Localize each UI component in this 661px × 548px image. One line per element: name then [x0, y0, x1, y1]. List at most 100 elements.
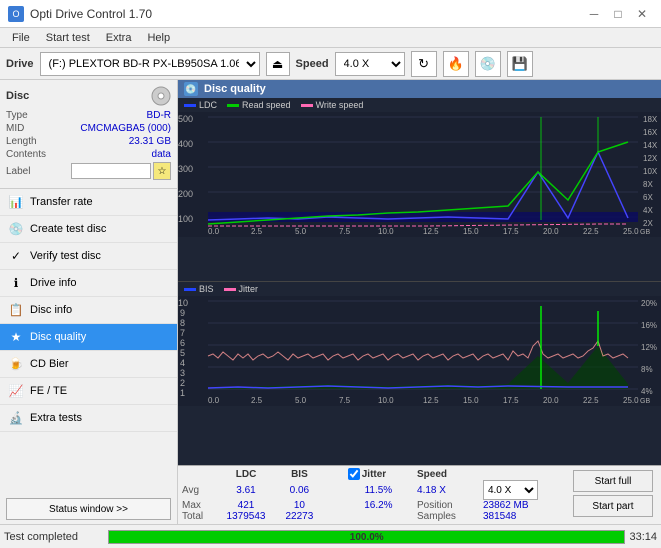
- legend-bis: BIS: [184, 284, 214, 294]
- refresh-button[interactable]: ↻: [411, 51, 437, 77]
- main-content: Disc Type BD-R MID CMCMAGBA5 (000) Lengt…: [0, 80, 661, 524]
- sidebar-item-label: CD Bier: [30, 358, 69, 370]
- max-jitter: 16.2%: [344, 500, 413, 511]
- sidebar-item-disc-info[interactable]: 📋 Disc info: [0, 297, 177, 324]
- svg-text:7.5: 7.5: [339, 396, 351, 405]
- svg-text:8%: 8%: [641, 365, 653, 374]
- legend-readspeed-label: Read speed: [242, 100, 291, 110]
- bis-header: BIS: [275, 468, 324, 480]
- start-full-button[interactable]: Start full: [573, 470, 653, 492]
- total-bis: 22273: [275, 511, 324, 522]
- maximize-button[interactable]: □: [607, 3, 629, 25]
- disc-label-button[interactable]: ☆: [153, 162, 171, 180]
- minimize-button[interactable]: ─: [583, 3, 605, 25]
- menu-extra[interactable]: Extra: [98, 30, 140, 46]
- start-part-button[interactable]: Start part: [573, 495, 653, 517]
- burn-button[interactable]: 🔥: [443, 51, 469, 77]
- disc-label-input[interactable]: [71, 163, 151, 179]
- sidebar-item-drive-info[interactable]: ℹ Drive info: [0, 270, 177, 297]
- fe-te-icon: 📈: [8, 383, 24, 399]
- drive-selector[interactable]: (F:) PLEXTOR BD-R PX-LB950SA 1.06: [40, 52, 260, 76]
- svg-text:GB: GB: [640, 229, 650, 236]
- status-window-button[interactable]: Status window >>: [6, 498, 171, 520]
- disc-button[interactable]: 💿: [475, 51, 501, 77]
- samples-label: Samples: [413, 511, 483, 522]
- svg-text:2.5: 2.5: [251, 396, 263, 405]
- svg-text:300: 300: [178, 164, 193, 174]
- speed-select[interactable]: 4.0 X: [483, 480, 538, 500]
- disc-info-icon: 📋: [8, 302, 24, 318]
- save-button[interactable]: 💾: [507, 51, 533, 77]
- svg-text:15.0: 15.0: [463, 227, 479, 236]
- position-value: 23862 MB: [483, 500, 565, 511]
- svg-text:4X: 4X: [643, 206, 653, 215]
- svg-text:20.0: 20.0: [543, 396, 559, 405]
- disc-mid-key: MID: [6, 123, 24, 134]
- chart1-svg: 500 400 300 200 100 0.0 2.5 5.0 7.5 10.0…: [178, 112, 661, 237]
- disc-length-value: 23.31 GB: [129, 136, 171, 147]
- sidebar-item-fe-te[interactable]: 📈 FE / TE: [0, 378, 177, 405]
- nav-items: 📊 Transfer rate 💿 Create test disc ✓ Ver…: [0, 189, 177, 432]
- svg-text:0.0: 0.0: [208, 227, 220, 236]
- titlebar: O Opti Drive Control 1.70 ─ □ ✕: [0, 0, 661, 28]
- svg-text:25.0: 25.0: [623, 396, 639, 405]
- sidebar-item-extra-tests[interactable]: 🔬 Extra tests: [0, 405, 177, 432]
- svg-text:3: 3: [180, 368, 185, 378]
- jitter-legend-color: [224, 288, 236, 291]
- legend-jitter: Jitter: [224, 284, 259, 294]
- svg-text:2: 2: [180, 378, 185, 388]
- svg-text:6: 6: [180, 338, 185, 348]
- titlebar-left: O Opti Drive Control 1.70: [8, 6, 152, 22]
- sidebar-item-label: Disc info: [30, 304, 72, 316]
- legend-jitter-label: Jitter: [239, 284, 259, 294]
- disc-mid-row: MID CMCMAGBA5 (000): [6, 123, 171, 134]
- drivebar: Drive (F:) PLEXTOR BD-R PX-LB950SA 1.06 …: [0, 48, 661, 80]
- menu-starttest[interactable]: Start test: [38, 30, 98, 46]
- svg-text:16X: 16X: [643, 128, 658, 137]
- sidebar-item-label: FE / TE: [30, 385, 67, 397]
- close-button[interactable]: ✕: [631, 3, 653, 25]
- legend-readspeed: Read speed: [227, 100, 291, 110]
- svg-text:18X: 18X: [643, 115, 658, 124]
- svg-text:10.0: 10.0: [378, 227, 394, 236]
- window-controls: ─ □ ✕: [583, 3, 653, 25]
- legend-ldc: LDC: [184, 100, 217, 110]
- disc-header: Disc: [6, 86, 171, 106]
- eject-button[interactable]: ⏏: [266, 52, 290, 76]
- max-row-label: Max: [182, 500, 217, 511]
- sidebar-item-create-test-disc[interactable]: 💿 Create test disc: [0, 216, 177, 243]
- jitter-checkbox[interactable]: [348, 468, 360, 480]
- speed-selector[interactable]: 4.0 X: [335, 52, 405, 76]
- sidebar-item-disc-quality[interactable]: ★ Disc quality: [0, 324, 177, 351]
- sidebar-item-transfer-rate[interactable]: 📊 Transfer rate: [0, 189, 177, 216]
- svg-text:20%: 20%: [641, 299, 657, 308]
- max-bis: 10: [275, 500, 324, 511]
- svg-text:12.5: 12.5: [423, 227, 439, 236]
- disc-quality-icon: ★: [8, 329, 24, 345]
- svg-text:10: 10: [178, 298, 188, 308]
- sidebar-item-verify-test-disc[interactable]: ✓ Verify test disc: [0, 243, 177, 270]
- chart2-container: BIS Jitter 10 9 8 7: [178, 282, 661, 465]
- svg-text:17.5: 17.5: [503, 396, 519, 405]
- avg-bis: 0.06: [275, 480, 324, 500]
- disc-contents-key: Contents: [6, 149, 46, 160]
- menu-file[interactable]: File: [4, 30, 38, 46]
- svg-text:12X: 12X: [643, 154, 658, 163]
- time-display: 33:14: [629, 531, 657, 543]
- avg-jitter: 11.5%: [344, 480, 413, 500]
- menu-help[interactable]: Help: [139, 30, 178, 46]
- action-buttons: Start full Start part: [569, 468, 657, 522]
- svg-text:12%: 12%: [641, 343, 657, 352]
- svg-text:6X: 6X: [643, 193, 653, 202]
- svg-text:4%: 4%: [641, 387, 653, 396]
- chart1-legend: LDC Read speed Write speed: [178, 98, 661, 112]
- disc-type-value: BD-R: [147, 110, 171, 121]
- samples-value: 381548: [483, 511, 565, 522]
- svg-text:2.5: 2.5: [251, 227, 263, 236]
- drive-label: Drive: [6, 58, 34, 70]
- sidebar-item-cd-bier[interactable]: 🍺 CD Bier: [0, 351, 177, 378]
- sidebar-item-label: Create test disc: [30, 223, 106, 235]
- legend-bis-label: BIS: [199, 284, 214, 294]
- menubar: File Start test Extra Help: [0, 28, 661, 48]
- sidebar-item-label: Verify test disc: [30, 250, 101, 262]
